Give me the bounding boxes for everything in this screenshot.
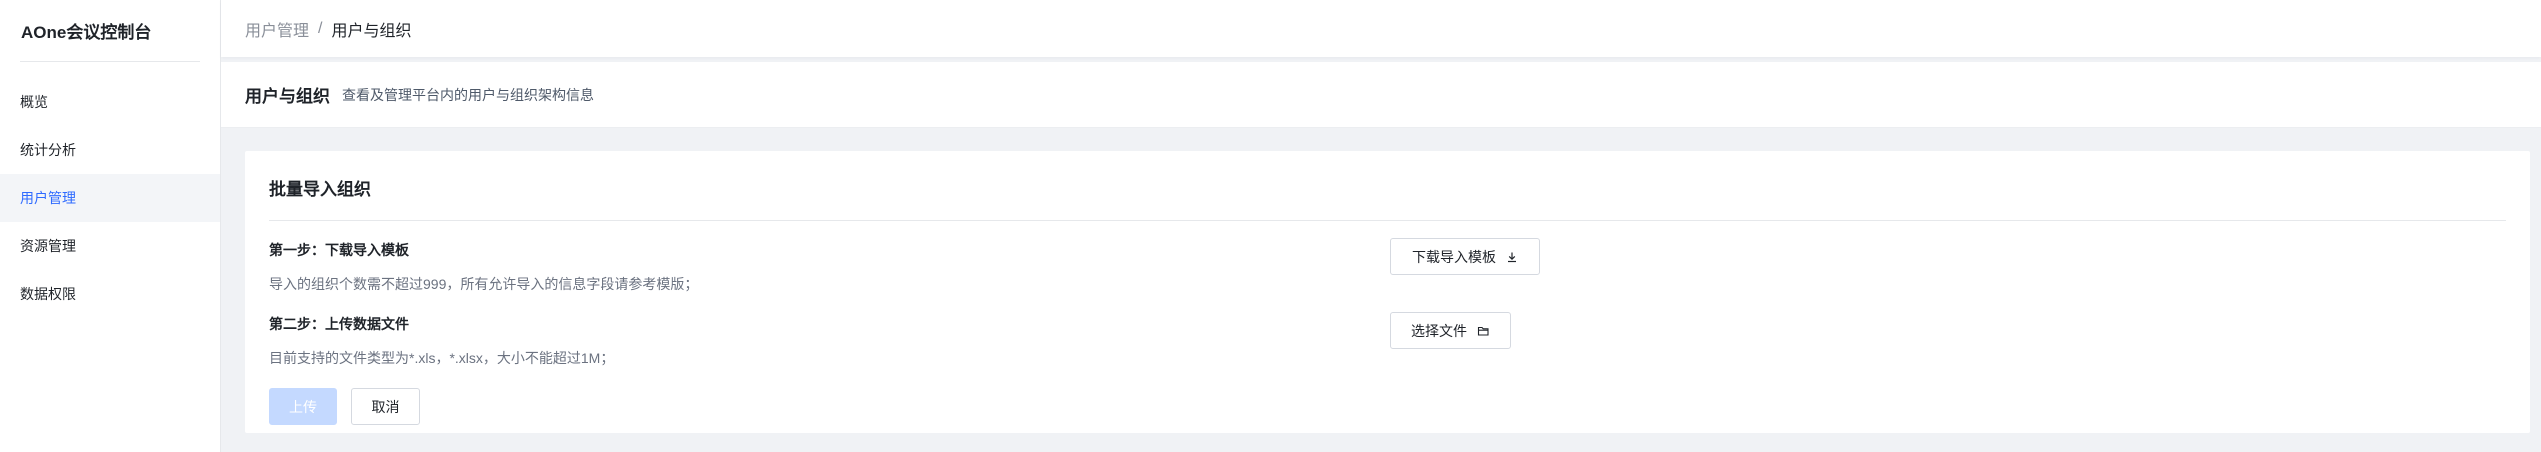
download-icon [1506,251,1518,263]
content-area: 批量导入组织 第一步：下载导入模板 导入的组织个数需不超过999，所有允许导入的… [221,128,2541,433]
download-template-label: 下载导入模板 [1412,248,1496,265]
download-template-button[interactable]: 下载导入模板 [1390,238,1540,275]
sidebar-item-label: 统计分析 [20,142,76,158]
sidebar-item-overview[interactable]: 概览 [0,78,220,126]
step1-title: 第一步：下载导入模板 [269,242,409,258]
page-description: 查看及管理平台内的用户与组织架构信息 [342,86,594,103]
app-title: AOne会议控制台 [20,0,200,62]
sidebar-item-statistics[interactable]: 统计分析 [0,126,220,174]
choose-file-label: 选择文件 [1411,322,1467,339]
card-title: 批量导入组织 [269,151,2506,221]
step2-description: 目前支持的文件类型为*.xls，*.xlsx，大小不能超过1M； [269,350,615,366]
sidebar-item-data-permissions[interactable]: 数据权限 [0,270,220,318]
sidebar-nav: 概览 统计分析 用户管理 资源管理 数据权限 [0,78,220,318]
import-card: 批量导入组织 第一步：下载导入模板 导入的组织个数需不超过999，所有允许导入的… [245,151,2530,433]
cancel-button[interactable]: 取消 [351,388,420,425]
folder-icon [1477,325,1490,337]
sidebar-item-label: 概览 [20,94,48,110]
choose-file-button[interactable]: 选择文件 [1390,312,1511,349]
step1-description: 导入的组织个数需不超过999，所有允许导入的信息字段请参考模版； [269,276,699,292]
breadcrumb-separator: / [318,19,323,37]
sidebar: AOne会议控制台 概览 统计分析 用户管理 资源管理 数据权限 [0,0,221,452]
sidebar-item-user-management[interactable]: 用户管理 [0,174,220,222]
page-header: 用户与组织 查看及管理平台内的用户与组织架构信息 [221,62,2541,128]
breadcrumb-parent-link[interactable]: 用户管理 [245,17,309,41]
import-steps: 第一步：下载导入模板 导入的组织个数需不超过999，所有允许导入的信息字段请参考… [269,221,2506,431]
upload-button[interactable]: 上传 [269,388,337,425]
sidebar-item-label: 数据权限 [20,286,76,302]
breadcrumb-current: 用户与组织 [331,22,412,40]
sidebar-item-label: 资源管理 [20,238,76,254]
breadcrumb: 用户管理 / 用户与组织 [221,0,2541,57]
main-area: 用户管理 / 用户与组织 用户与组织 查看及管理平台内的用户与组织架构信息 批量… [221,0,2541,452]
page-title: 用户与组织 [245,87,330,106]
sidebar-item-resource-management[interactable]: 资源管理 [0,222,220,270]
app-root: AOne会议控制台 概览 统计分析 用户管理 资源管理 数据权限 用户管理 / … [0,0,2541,452]
sidebar-item-label: 用户管理 [20,190,76,206]
step2-title: 第二步：上传数据文件 [269,316,409,332]
